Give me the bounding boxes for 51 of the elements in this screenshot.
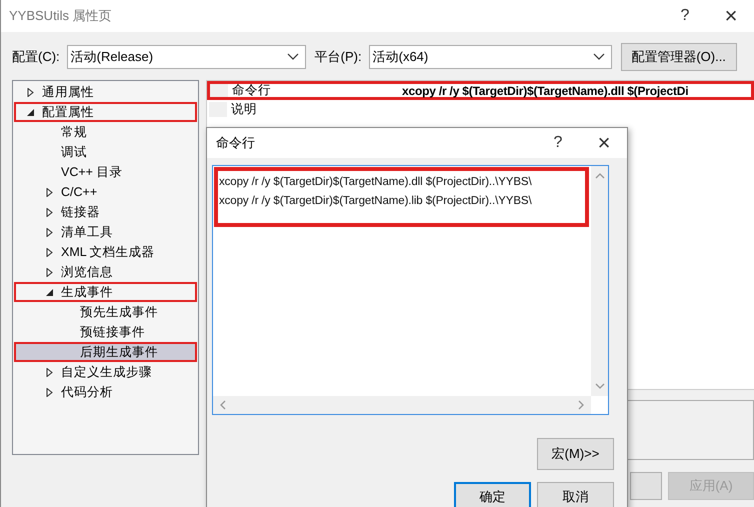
collapsed-icon[interactable] <box>45 208 54 216</box>
window-title: YYBSUtils 属性页 <box>9 7 113 25</box>
chevron-icon[interactable] <box>286 53 299 61</box>
tree-item[interactable]: 通用属性 <box>14 82 197 102</box>
tree-item[interactable]: 代码分析 <box>14 382 197 402</box>
tree-item[interactable]: 预先生成事件 <box>14 302 197 322</box>
cancel-button[interactable]: 取消 <box>537 482 614 507</box>
property-name: 说明 <box>230 101 258 118</box>
property-row[interactable]: 说明 <box>207 100 754 119</box>
close-button[interactable]: × <box>708 3 754 29</box>
command-line-text: xcopy /r /y $(TargetDir)$(TargetName).dll $(ProjectDir)..\YYBS\ <box>219 175 533 190</box>
collapsed-icon[interactable] <box>45 368 54 376</box>
tree-item[interactable]: 后期生成事件 <box>14 342 197 362</box>
collapsed-icon[interactable] <box>45 228 54 236</box>
expanded-icon[interactable] <box>26 108 35 116</box>
platform-dropdown[interactable]: 活动(x64) <box>368 45 612 69</box>
config-manager-button[interactable]: 配置管理器(O)... <box>620 43 737 71</box>
tree-item[interactable]: 配置属性 <box>14 102 197 122</box>
collapsed-icon[interactable] <box>26 88 35 96</box>
property-row[interactable]: 命令行 xcopy /r /y $(TargetDir)$(TargetName).dll $(ProjectDi <box>207 81 754 100</box>
dialog-title: 命令行 <box>216 134 256 152</box>
collapsed-icon[interactable] <box>45 248 54 256</box>
ok-button[interactable]: 确定 <box>454 482 531 507</box>
command-text-area[interactable]: xcopy /r /y $(TargetDir)$(TargetName).dll $(ProjectDir)..\YYBS\ xcopy /r /y $(TargetDir)$(TargetName).lib $(ProjectDir)..\YYBS\ <box>212 165 609 415</box>
help-button[interactable]: ? <box>662 7 708 25</box>
collapsed-icon[interactable] <box>45 388 54 396</box>
tree-item[interactable]: 生成事件 <box>14 282 197 302</box>
tree-item[interactable]: 链接器 <box>14 202 197 222</box>
tree-item[interactable]: C/C++ <box>14 182 197 202</box>
config-label: 配置(C): <box>12 48 60 66</box>
chevron-icon[interactable] <box>592 53 605 61</box>
tree-item[interactable]: VC++ 目录 <box>14 162 197 182</box>
config-dropdown[interactable]: 活动(Release) <box>66 45 306 69</box>
tree-item[interactable]: 预链接事件 <box>14 322 197 342</box>
help-button[interactable]: ? <box>535 134 581 152</box>
platform-label: 平台(P): <box>314 48 362 66</box>
command-line-text: xcopy /r /y $(TargetDir)$(TargetName).lib $(ProjectDir)..\YYBS\ <box>219 194 533 209</box>
tree-item[interactable]: 调试 <box>14 142 197 162</box>
tree-item[interactable]: 清单工具 <box>14 222 197 242</box>
property-name: 命令行 <box>231 82 272 99</box>
collapsed-icon[interactable] <box>45 268 54 276</box>
tree-item[interactable]: 浏览信息 <box>14 262 197 282</box>
expanded-icon[interactable] <box>45 288 54 296</box>
close-button[interactable]: × <box>581 130 627 156</box>
property-value[interactable]: xcopy /r /y $(TargetDir)$(TargetName).dll $(ProjectDi <box>402 84 751 98</box>
tree-item[interactable]: 自定义生成步骤 <box>14 362 197 382</box>
tree-item[interactable]: XML 文档生成器 <box>14 242 197 262</box>
collapsed-icon[interactable] <box>45 188 54 196</box>
row-gutter <box>210 84 228 97</box>
macro-button[interactable]: 宏(M)>> <box>537 438 614 470</box>
tree-item[interactable]: 常规 <box>14 122 197 142</box>
